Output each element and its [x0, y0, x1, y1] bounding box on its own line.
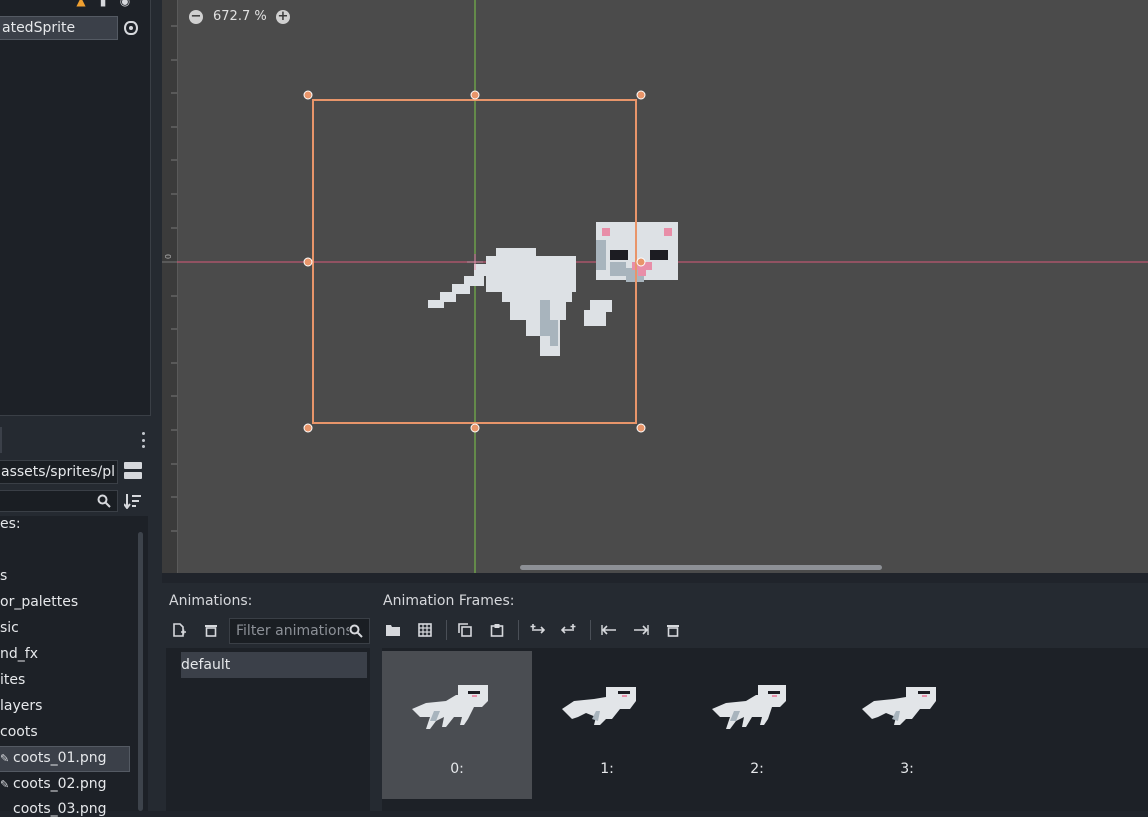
- frame-label: 3:: [900, 761, 914, 777]
- frame-thumbnail: [862, 687, 936, 725]
- scene-row-icons: ▲ ▮ ◉: [74, 0, 132, 8]
- frame-item[interactable]: 2:: [682, 651, 832, 799]
- list-item[interactable]: s: [0, 568, 7, 584]
- new-animation-icon[interactable]: [170, 621, 188, 639]
- list-item[interactable]: ites: [0, 672, 25, 688]
- sprite-cat: [428, 222, 678, 356]
- resize-handle: [470, 423, 480, 433]
- filesystem-tab[interactable]: [0, 427, 2, 453]
- scene-node-animated-sprite[interactable]: atedSprite: [0, 16, 118, 40]
- visibility-icon[interactable]: [124, 21, 138, 35]
- list-item[interactable]: coots_03.png: [13, 801, 107, 817]
- toolbar-separator: [446, 620, 447, 640]
- toolbar-separator: [518, 620, 519, 640]
- frame-thumbnail: [412, 685, 488, 729]
- warning-icon[interactable]: ▲: [74, 0, 88, 8]
- resize-handle: [470, 90, 480, 100]
- paste-icon[interactable]: [488, 621, 506, 639]
- frame-label: 1:: [600, 761, 614, 777]
- toolbar-separator: [590, 620, 591, 640]
- resize-handle: [303, 90, 313, 100]
- list-item[interactable]: coots: [0, 724, 38, 740]
- canvas-overlay: [177, 0, 1148, 573]
- filesystem-tabbar: [0, 427, 150, 453]
- search-icon: [97, 494, 111, 508]
- zoom-in-icon[interactable]: +: [276, 10, 290, 24]
- resize-handle: [303, 423, 313, 433]
- sprite-sheet-icon[interactable]: [416, 621, 434, 639]
- frame-label: 0:: [450, 761, 464, 777]
- delete-animation-icon[interactable]: [202, 621, 220, 639]
- filter-placeholder: Filter animations: [236, 623, 353, 639]
- move-right-icon[interactable]: [632, 621, 650, 639]
- list-item[interactable]: layers: [0, 698, 42, 714]
- image-file-icon: ✎: [0, 752, 10, 765]
- filesystem-header: es:: [0, 516, 21, 532]
- script-icon[interactable]: ▮: [96, 0, 110, 8]
- copy-icon[interactable]: [456, 621, 474, 639]
- animation-item-default[interactable]: default: [181, 652, 367, 678]
- visibility-icon[interactable]: ◉: [118, 0, 132, 8]
- frame-label: 2:: [750, 761, 764, 777]
- scene-tree-panel: ▲ ▮ ◉ atedSprite: [0, 0, 151, 416]
- frame-item[interactable]: 0:: [382, 651, 532, 799]
- list-item[interactable]: nd_fx: [0, 646, 38, 662]
- resize-handle: [636, 257, 646, 267]
- zoom-out-icon[interactable]: −: [189, 10, 203, 24]
- image-file-icon: ✎: [0, 778, 10, 791]
- horizontal-scrollbar[interactable]: [520, 565, 882, 570]
- filesystem-path-field[interactable]: assets/sprites/pl: [0, 460, 118, 484]
- split-mode-icon[interactable]: [124, 462, 142, 480]
- insert-before-icon[interactable]: [528, 621, 546, 639]
- delete-frame-icon[interactable]: [664, 621, 682, 639]
- resize-handle: [636, 90, 646, 100]
- resize-handle: [303, 257, 313, 267]
- frame-item[interactable]: 1:: [532, 651, 682, 799]
- zoom-level-label[interactable]: 672.7 %: [213, 9, 267, 24]
- sort-icon[interactable]: [124, 493, 142, 509]
- insert-after-icon[interactable]: [560, 621, 578, 639]
- frame-thumbnail: [712, 685, 786, 729]
- list-item[interactable]: or_palettes: [0, 594, 78, 610]
- list-item[interactable]: coots_02.png: [13, 776, 107, 792]
- scene-node-label: atedSprite: [2, 20, 76, 36]
- list-item[interactable]: coots_01.png: [13, 750, 107, 766]
- animation-frames-title: Animation Frames:: [383, 593, 515, 609]
- search-icon: [349, 624, 363, 638]
- filesystem-scrollbar[interactable]: [138, 532, 143, 811]
- list-item[interactable]: sic: [0, 620, 19, 636]
- move-left-icon[interactable]: [600, 621, 618, 639]
- load-frames-icon[interactable]: [384, 621, 402, 639]
- frame-item[interactable]: 3:: [832, 651, 982, 799]
- path-text: assets/sprites/pl: [1, 464, 115, 480]
- frame-thumbnail: [562, 687, 636, 725]
- more-options-icon[interactable]: [140, 432, 146, 448]
- animations-title: Animations:: [169, 593, 253, 609]
- resize-handle: [636, 423, 646, 433]
